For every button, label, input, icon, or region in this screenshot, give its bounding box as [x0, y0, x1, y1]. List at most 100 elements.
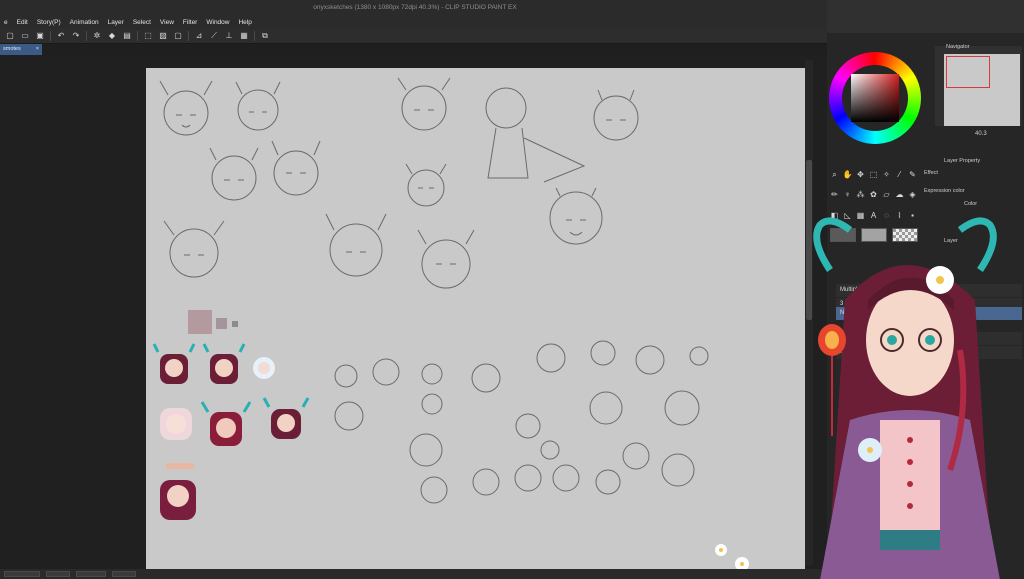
flower-ornament — [858, 438, 882, 462]
document-tab[interactable]: smotes × — [0, 44, 42, 55]
toolbar-divider — [188, 31, 189, 41]
toolbar-divider — [50, 31, 51, 41]
drawing-canvas[interactable] — [146, 68, 805, 569]
flower-decoration — [735, 557, 749, 569]
toolbar-divider — [137, 31, 138, 41]
copy-icon[interactable]: ⧉ — [260, 31, 270, 41]
snap-ruler-icon[interactable]: ⊥ — [224, 31, 234, 41]
hand-icon[interactable]: ✋ — [842, 170, 853, 180]
close-icon[interactable]: × — [36, 46, 39, 53]
color-swatch — [216, 318, 227, 329]
redo-icon[interactable]: ↷ — [71, 31, 81, 41]
menu-edit[interactable]: Edit — [17, 19, 28, 26]
sketch-head — [397, 77, 451, 131]
sketch-head — [661, 453, 695, 487]
sketch-head — [421, 393, 443, 415]
sketch-head — [334, 364, 358, 388]
sketch-head — [334, 401, 364, 431]
decoration-icon[interactable]: ✿ — [868, 190, 879, 200]
eraser-icon[interactable]: ▱ — [881, 190, 892, 200]
sketch-head — [209, 147, 259, 201]
new-file-icon[interactable]: ▢ — [5, 31, 15, 41]
sketch-artwork — [152, 77, 749, 569]
sketch-head — [540, 440, 560, 460]
navigator-view-frame[interactable] — [946, 56, 990, 88]
sketch-head — [514, 464, 542, 492]
emote-art — [152, 343, 196, 384]
flower-decoration — [715, 544, 727, 556]
saturation-value-square[interactable] — [851, 74, 899, 122]
undo-icon[interactable]: ↶ — [56, 31, 66, 41]
selection-border-icon[interactable]: ▢ — [173, 31, 183, 41]
toolbar-divider — [254, 31, 255, 41]
sketch-head — [549, 187, 603, 245]
zoom-slider[interactable] — [4, 571, 40, 577]
menu-animation[interactable]: Animation — [70, 19, 99, 26]
zoom-icon[interactable]: ⌕ — [829, 170, 840, 180]
flower-hair-ornament — [926, 266, 954, 294]
menu-story[interactable]: Story(P) — [37, 19, 61, 26]
toolbar-divider — [86, 31, 87, 41]
menu-view[interactable]: View — [160, 19, 174, 26]
navigator-zoom[interactable]: 40.3 — [975, 131, 987, 137]
airbrush-icon[interactable]: ⁂ — [855, 190, 866, 200]
open-folder-icon[interactable]: ▭ — [20, 31, 30, 41]
vtuber-avatar — [813, 217, 1000, 579]
pen-icon[interactable]: ✎ — [907, 170, 918, 180]
fill-icon[interactable]: ◆ — [107, 31, 117, 41]
sketch-head — [421, 363, 443, 385]
brush-icon[interactable]: ♆ — [842, 190, 853, 200]
menu-select[interactable]: Select — [133, 19, 151, 26]
wand-icon[interactable]: ✧ — [881, 170, 892, 180]
sketch-head — [593, 89, 639, 141]
eyedropper-icon[interactable]: ⁄ — [894, 170, 905, 180]
sketch-head — [622, 442, 650, 470]
settings-icon[interactable]: ✲ — [92, 31, 102, 41]
menu-layer[interactable]: Layer — [108, 19, 124, 26]
ruler-icon[interactable]: ⊿ — [194, 31, 204, 41]
sketch-head — [536, 343, 566, 373]
invert-selection-icon[interactable]: ▨ — [158, 31, 168, 41]
expression-color-label: Expression color — [924, 188, 965, 194]
window-title: onyxsketches (1380 x 1080px 72dpi 40.3%)… — [313, 4, 517, 11]
sketch-head — [635, 345, 665, 375]
fill-icon[interactable]: ◈ — [907, 190, 918, 200]
rotation-field[interactable] — [112, 571, 136, 577]
emote-art — [253, 357, 275, 379]
sketch-head — [372, 358, 400, 386]
zoom-field[interactable] — [46, 571, 70, 577]
menu-file[interactable]: e — [4, 19, 8, 26]
clear-icon[interactable]: ▤ — [122, 31, 132, 41]
move-icon[interactable]: ✥ — [855, 170, 866, 180]
command-bar: ▢ ▭ ▣ ↶ ↷ ✲ ◆ ▤ ⬚ ▨ ▢ ⊿ ⟋ ⊥ ▦ ⧉ — [0, 29, 830, 44]
title-bar: onyxsketches (1380 x 1080px 72dpi 40.3%)… — [0, 0, 830, 16]
save-icon[interactable]: ▣ — [35, 31, 45, 41]
pencil-icon[interactable]: ✏ — [829, 190, 840, 200]
emote-art — [262, 397, 310, 439]
blend-icon[interactable]: ☁ — [894, 190, 905, 200]
menu-window[interactable]: Window — [206, 19, 229, 26]
snap-icon[interactable]: ⟋ — [209, 31, 219, 41]
sketch-head — [325, 213, 387, 277]
sketch-head — [515, 413, 541, 439]
select-icon[interactable]: ⬚ — [868, 170, 879, 180]
color-swatch — [232, 321, 238, 327]
grid-icon[interactable]: ▦ — [239, 31, 249, 41]
sketch-head — [405, 163, 447, 207]
sketch-head — [595, 469, 621, 495]
sketch-head — [472, 468, 500, 496]
sketch-head — [159, 80, 213, 136]
sketch-head — [163, 220, 225, 278]
sketch-head — [409, 433, 443, 467]
sketch-head — [417, 229, 475, 289]
emote-art — [202, 343, 246, 384]
menu-help[interactable]: Help — [238, 19, 251, 26]
layer-property-title: Layer Property — [944, 158, 981, 164]
sketch-head — [664, 390, 700, 426]
menu-filter[interactable]: Filter — [183, 19, 197, 26]
sketch-head — [590, 340, 616, 366]
sketch-head — [235, 81, 281, 131]
deselect-icon[interactable]: ⬚ — [143, 31, 153, 41]
sketch-head — [552, 464, 580, 492]
rotation-slider[interactable] — [76, 571, 106, 577]
